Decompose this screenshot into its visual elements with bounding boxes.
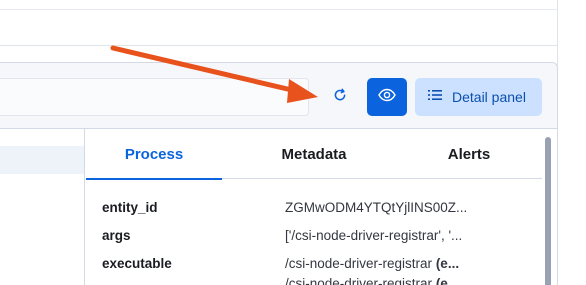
field-value: /csi-node-driver-registrar (e... — [285, 276, 495, 285]
detail-tabs: Process Metadata Alerts — [86, 129, 542, 180]
refresh-icon — [332, 87, 348, 108]
field-row: entity_id ZGMwODM4YTQtYjlINS00Z... — [102, 196, 542, 218]
field-key: entity_id — [102, 199, 158, 215]
tab-label: Alerts — [447, 145, 491, 163]
tab-alerts[interactable]: Alerts — [396, 129, 542, 179]
search-input[interactable] — [0, 78, 309, 116]
refresh-button[interactable] — [326, 83, 354, 111]
toggle-view-button[interactable] — [367, 78, 407, 116]
header-divider — [0, 45, 558, 46]
detail-scrollbar[interactable] — [545, 137, 551, 285]
tab-label: Metadata — [281, 145, 347, 163]
list-icon — [428, 88, 442, 106]
selected-process-row[interactable] — [0, 146, 84, 174]
field-key: args — [102, 227, 131, 243]
process-tree-column — [0, 129, 85, 285]
panel-toolbar: Detail panel — [0, 63, 557, 129]
field-value-suffix: (e... — [435, 255, 460, 271]
tab-label: Process — [124, 145, 184, 163]
field-value: ZGMwODM4YTQtYjlINS00Z... — [285, 199, 468, 215]
tab-metadata[interactable]: Metadata — [242, 129, 386, 179]
field-value-suffix: (e... — [435, 275, 460, 285]
field-key: executable — [102, 255, 172, 271]
top-divider — [0, 9, 558, 10]
field-value: ['/csi-node-driver-registrar', '... — [285, 227, 463, 243]
field-value-text: /csi-node-driver-registrar — [285, 275, 433, 285]
field-row: args ['/csi-node-driver-registrar', '... — [102, 224, 542, 246]
field-row: /csi-node-driver-registrar (e... — [102, 272, 542, 285]
tab-process[interactable]: Process — [86, 129, 222, 180]
field-value: /csi-node-driver-registrar (e... — [285, 256, 495, 271]
detail-panel-label: Detail panel — [452, 89, 526, 105]
field-value-text: /csi-node-driver-registrar — [285, 255, 433, 271]
field-row: executable /csi-node-driver-registrar (e… — [102, 252, 542, 274]
detail-panel-button[interactable]: Detail panel — [415, 78, 542, 116]
eye-icon — [378, 88, 396, 107]
